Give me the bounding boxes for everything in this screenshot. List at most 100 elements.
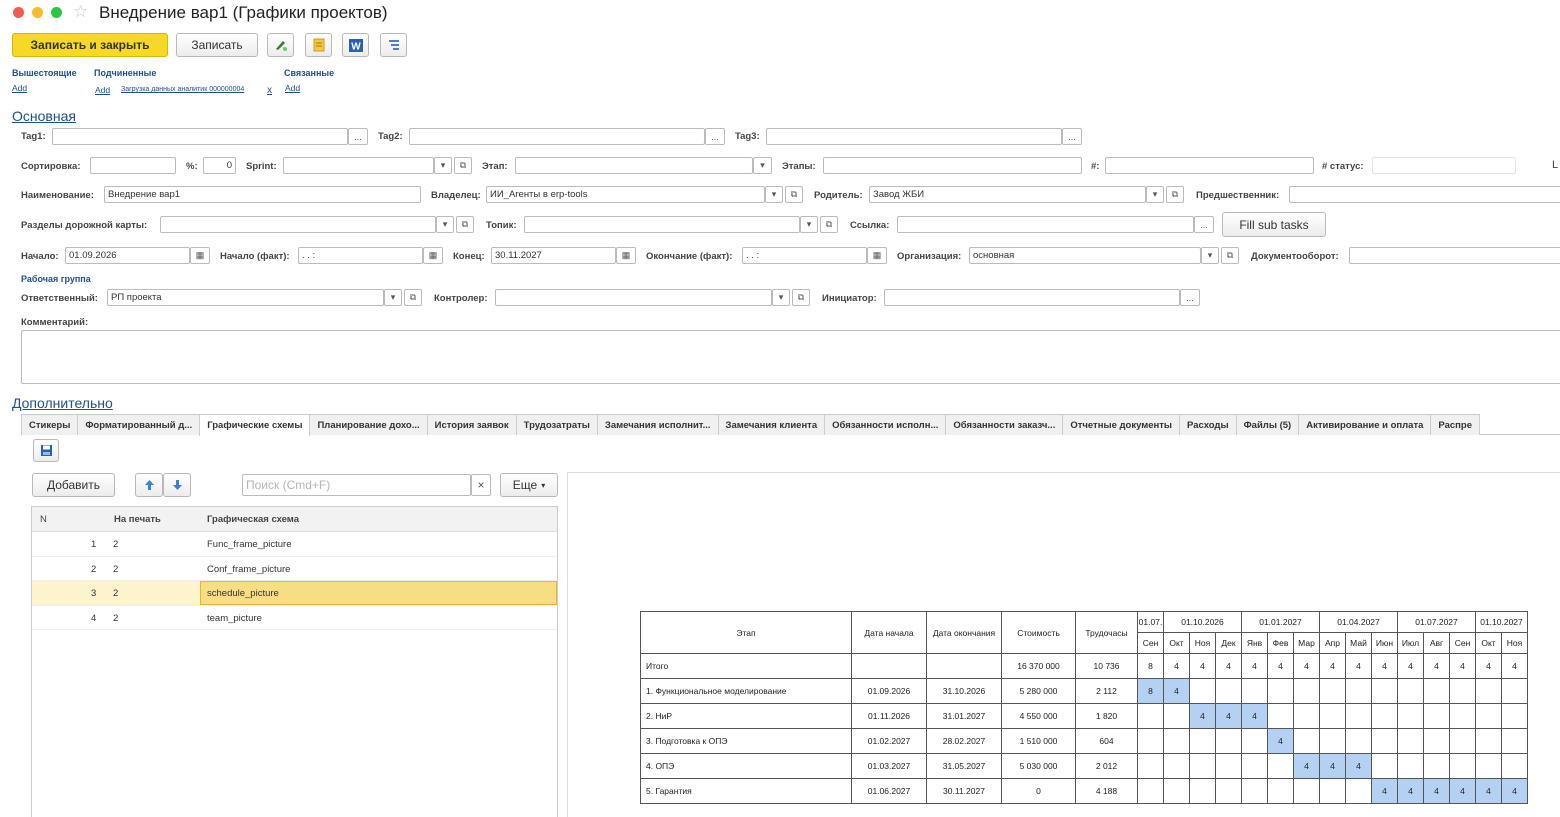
- controller-open-icon[interactable]: ⧉: [792, 289, 810, 306]
- predecessor-field[interactable]: [1289, 186, 1560, 203]
- column-n[interactable]: N: [40, 514, 47, 525]
- tab-executor-remarks[interactable]: Замечания исполнит...: [596, 414, 719, 435]
- responsible-field[interactable]: РП проекта: [107, 289, 384, 306]
- percent-field[interactable]: 0: [203, 157, 236, 174]
- topic-open-icon[interactable]: ⧉: [820, 216, 838, 233]
- extra-section-title[interactable]: Дополнительно: [12, 395, 113, 411]
- start-calendar-icon[interactable]: ▦: [190, 247, 210, 264]
- stage-field[interactable]: [515, 157, 753, 174]
- sprint-dropdown-button[interactable]: ▾: [434, 157, 452, 174]
- table-row[interactable]: 4 2 team_picture: [32, 606, 557, 630]
- related-add-link[interactable]: Add: [285, 83, 300, 93]
- end-field[interactable]: 30.11.2027: [491, 247, 616, 264]
- responsible-open-icon[interactable]: ⧉: [404, 289, 422, 306]
- end-fact-field[interactable]: . . :: [742, 247, 867, 264]
- roadmap-dropdown-button[interactable]: ▾: [436, 216, 454, 233]
- end-fact-calendar-icon[interactable]: ▦: [867, 247, 887, 264]
- table-row[interactable]: 1 2 Func_frame_picture: [32, 532, 557, 557]
- tag2-field[interactable]: [409, 128, 705, 145]
- save-button[interactable]: Записать: [176, 33, 258, 57]
- search-input[interactable]: Поиск (Cmd+F): [242, 474, 471, 496]
- edit-pen-icon[interactable]: [267, 33, 294, 57]
- note-icon[interactable]: [305, 33, 332, 57]
- initiator-field[interactable]: [884, 289, 1180, 306]
- comment-field[interactable]: [21, 330, 1560, 384]
- fill-sub-tasks-button[interactable]: Fill sub tasks: [1222, 212, 1326, 237]
- minimize-window-dot[interactable]: [32, 7, 43, 18]
- add-button[interactable]: Добавить: [32, 473, 115, 497]
- tag1-select-button[interactable]: ...: [348, 128, 368, 145]
- name-field[interactable]: Внедрение вар1: [104, 186, 421, 203]
- owner-field[interactable]: ИИ_Агенты в erp-tools: [486, 186, 765, 203]
- tab-expenses[interactable]: Расходы: [1179, 414, 1237, 435]
- column-print[interactable]: На печать: [114, 514, 161, 525]
- sort-field[interactable]: [90, 157, 176, 174]
- children-item-link[interactable]: Загрузка данных аналитик 000000004: [121, 86, 244, 93]
- start-fact-field[interactable]: . . :: [298, 247, 423, 264]
- close-window-dot[interactable]: [13, 7, 24, 18]
- organization-open-icon[interactable]: ⧉: [1221, 247, 1239, 264]
- star-icon[interactable]: ☆: [73, 2, 88, 22]
- tag3-field[interactable]: [766, 128, 1062, 145]
- tag3-select-button[interactable]: ...: [1062, 128, 1082, 145]
- topic-dropdown-button[interactable]: ▾: [800, 216, 818, 233]
- tab-executor-duties[interactable]: Обязанности исполн...: [824, 414, 947, 435]
- responsible-dropdown-button[interactable]: ▾: [384, 289, 402, 306]
- link-field[interactable]: [897, 216, 1194, 233]
- tab-request-history[interactable]: История заявок: [426, 414, 517, 435]
- save-disk-icon[interactable]: [33, 439, 59, 462]
- sprint-field[interactable]: [283, 157, 434, 174]
- save-and-close-button[interactable]: Записать и закрыть: [12, 33, 168, 57]
- tab-stickers[interactable]: Стикеры: [21, 414, 79, 435]
- tab-customer-duties[interactable]: Обязанности заказч...: [945, 414, 1064, 435]
- tab-files[interactable]: Файлы (5): [1235, 414, 1300, 435]
- table-row[interactable]: 2 2 Conf_frame_picture: [32, 557, 557, 581]
- move-up-icon[interactable]: [135, 473, 163, 497]
- topic-field[interactable]: [524, 216, 800, 233]
- owner-open-icon[interactable]: ⧉: [785, 186, 803, 203]
- tab-activation-payment[interactable]: Активирование и оплата: [1298, 414, 1432, 435]
- controller-field[interactable]: [495, 289, 772, 306]
- organization-field[interactable]: основная: [969, 247, 1201, 264]
- start-field[interactable]: 01.09.2026: [65, 247, 190, 264]
- docflow-field[interactable]: [1349, 247, 1560, 264]
- main-section-title[interactable]: Основная: [12, 108, 76, 124]
- controller-dropdown-button[interactable]: ▾: [772, 289, 790, 306]
- tab-distribution[interactable]: Распре: [1430, 414, 1480, 435]
- stages-field[interactable]: [823, 157, 1082, 174]
- sprint-open-icon[interactable]: ⧉: [454, 157, 472, 174]
- word-icon[interactable]: W: [342, 33, 369, 57]
- clear-search-button[interactable]: ×: [471, 474, 491, 496]
- tab-formatted[interactable]: Форматированный д...: [77, 414, 201, 435]
- schedule-month: Окт: [1475, 632, 1502, 654]
- column-scheme[interactable]: Графическая схема: [207, 514, 299, 525]
- table-row-selected[interactable]: 3 2 schedule_picture: [32, 581, 557, 606]
- start-fact-calendar-icon[interactable]: ▦: [423, 247, 443, 264]
- roadmap-field[interactable]: [160, 216, 436, 233]
- parent-field[interactable]: Завод ЖБИ: [869, 186, 1146, 203]
- roadmap-open-icon[interactable]: ⧉: [456, 216, 474, 233]
- structure-icon[interactable]: [380, 33, 407, 57]
- tag2-select-button[interactable]: ...: [705, 128, 725, 145]
- children-add-link[interactable]: Add: [95, 85, 110, 95]
- tag1-field[interactable]: [52, 128, 348, 145]
- initiator-select-button[interactable]: ...: [1180, 289, 1200, 306]
- parent-dropdown-button[interactable]: ▾: [1146, 186, 1164, 203]
- move-down-icon[interactable]: [163, 473, 191, 497]
- organization-dropdown-button[interactable]: ▾: [1201, 247, 1219, 264]
- number-field[interactable]: [1105, 157, 1314, 174]
- link-select-button[interactable]: ...: [1194, 216, 1214, 233]
- zoom-window-dot[interactable]: [51, 7, 62, 18]
- end-calendar-icon[interactable]: ▦: [616, 247, 636, 264]
- owner-dropdown-button[interactable]: ▾: [765, 186, 783, 203]
- tab-report-documents[interactable]: Отчетные документы: [1062, 414, 1181, 435]
- more-button[interactable]: Еще ▾: [500, 473, 558, 497]
- tab-income-planning[interactable]: Планирование дохо...: [309, 414, 428, 435]
- tab-graphic-schemes[interactable]: Графические схемы: [199, 414, 311, 436]
- children-remove-link[interactable]: x: [267, 85, 272, 96]
- tab-labor[interactable]: Трудозатраты: [515, 414, 598, 435]
- stage-dropdown-button[interactable]: ▾: [753, 157, 772, 174]
- parent-open-icon[interactable]: ⧉: [1166, 186, 1184, 203]
- parents-add-link[interactable]: Add: [12, 83, 27, 93]
- tab-client-remarks[interactable]: Замечания клиента: [717, 414, 826, 435]
